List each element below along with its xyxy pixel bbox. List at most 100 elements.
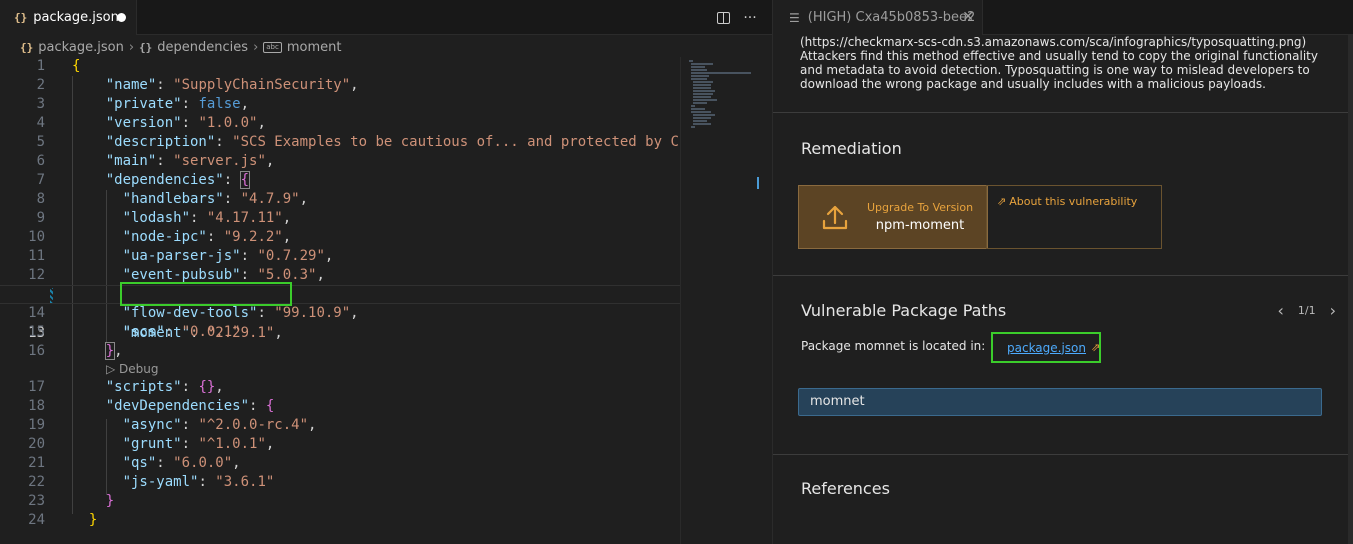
description-line: (https://checkmarx-scs-cdn.s3.amazonaws.…: [800, 35, 1307, 49]
code-line: 1{: [36, 58, 81, 74]
package-location-label: Package momnet is located in:: [801, 339, 986, 353]
minimap-line: [693, 87, 711, 89]
close-icon[interactable]: ✕: [962, 9, 974, 25]
remediation-title: Remediation: [801, 139, 902, 158]
description-line: and metadata to avoid detection. Typosqu…: [800, 63, 1310, 77]
code-line: 2 "name": "SupplyChainSecurity",: [36, 77, 359, 93]
minimap-line: [691, 69, 707, 71]
tab-package-json[interactable]: {} package.json: [0, 0, 137, 35]
code-line: 14 "flow-dev-tools": "99.10.9",: [28, 305, 359, 321]
upgrade-text: Upgrade To Version npm-moment: [867, 201, 973, 233]
tab-label: package.json: [33, 10, 119, 25]
minimap-line: [691, 108, 705, 110]
debug-codelens[interactable]: ▷ Debug: [0, 361, 680, 378]
code-line: 21 "qs": "6.0.0",: [28, 455, 241, 471]
panel-scrollbar[interactable]: [1348, 35, 1353, 544]
moment-highlight-box: [120, 282, 292, 306]
vulnerability-description: (https://checkmarx-scs-cdn.s3.amazonaws.…: [800, 35, 1330, 91]
unsaved-dot-icon[interactable]: [117, 13, 126, 22]
minimap[interactable]: [680, 57, 772, 544]
code-line: 12 "event-pubsub": "5.0.3",: [28, 267, 325, 283]
minimap-line: [691, 126, 695, 128]
list-icon: ☰: [789, 10, 800, 25]
breadcrumb-file[interactable]: package.json: [38, 40, 124, 55]
upgrade-package: npm-moment: [875, 218, 965, 233]
description-line: download the wrong package and usually i…: [800, 77, 1266, 91]
code-line: 7 "dependencies": {: [36, 171, 251, 189]
divider: [773, 112, 1348, 113]
code-line: 20 "grunt": "^1.0.1",: [28, 436, 275, 452]
package-name-field[interactable]: momnet: [798, 388, 1322, 416]
minimap-line: [691, 105, 695, 107]
chevron-right-icon[interactable]: ›: [1330, 301, 1336, 320]
breadcrumb-moment[interactable]: moment: [287, 40, 342, 55]
vulnerability-details-panel: ☰ (HIGH) Cxa45b0853-bee2 ✕ (https://chec…: [772, 0, 1353, 544]
code-line: 17 "scripts": {},: [28, 379, 224, 395]
about-vulnerability-link[interactable]: ⇗ About this vulnerability: [986, 185, 1162, 249]
minimap-line: [691, 66, 705, 68]
minimap-line: [693, 102, 707, 104]
about-label: About this vulnerability: [1009, 195, 1138, 208]
code-line: 22 "js-yaml": "3.6.1": [28, 474, 275, 490]
panel-body: (https://checkmarx-scs-cdn.s3.amazonaws.…: [773, 35, 1353, 544]
vulnerable-paths-title: Vulnerable Package Paths: [801, 301, 1007, 320]
minimap-line: [693, 120, 707, 122]
minimap-line: [693, 99, 717, 101]
code-line: 3 "private": false,: [36, 96, 250, 112]
divider: [773, 454, 1348, 455]
editor-pane: {} package.json ··· {} package.json › {}…: [0, 0, 772, 544]
more-actions-icon[interactable]: ···: [742, 10, 758, 26]
external-link-icon[interactable]: ⇗: [1091, 341, 1100, 354]
editor-actions: ···: [717, 0, 758, 35]
breadcrumb-dependencies[interactable]: dependencies: [157, 40, 248, 55]
upgrade-version-button[interactable]: Upgrade To Version npm-moment: [798, 185, 988, 249]
minimap-line: [693, 93, 713, 95]
code-line: 4 "version": "1.0.0",: [36, 115, 266, 131]
scrollbar-slider[interactable]: [757, 177, 771, 189]
code-editor[interactable]: 1{ 2 "name": "SupplyChainSecurity", 3 "p…: [0, 57, 680, 544]
minimap-line: [691, 72, 751, 74]
chevron-left-icon[interactable]: ‹: [1277, 301, 1283, 320]
divider: [773, 275, 1348, 276]
external-link-icon: ⇗: [997, 195, 1007, 208]
split-editor-icon[interactable]: [717, 11, 730, 24]
code-line: 5 "description": "SCS Examples to be cau…: [36, 134, 679, 150]
minimap-line: [689, 60, 693, 62]
tab-vulnerability-details[interactable]: ☰ (HIGH) Cxa45b0853-bee2 ✕: [773, 0, 983, 35]
minimap-line: [693, 96, 711, 98]
minimap-line: [691, 78, 707, 80]
modified-gutter-marker[interactable]: [50, 288, 53, 303]
panel-tab-bar: ☰ (HIGH) Cxa45b0853-bee2 ✕: [773, 0, 1353, 35]
code-line: 16 },: [28, 342, 123, 360]
code-line: 19 "async": "^2.0.0-rc.4",: [28, 417, 317, 433]
package-json-link[interactable]: package.json: [1007, 341, 1086, 355]
object-icon: {}: [139, 40, 153, 54]
chevron-right-icon: ›: [253, 39, 259, 55]
editor-tab-bar: {} package.json ···: [0, 0, 772, 35]
minimap-line: [693, 123, 711, 125]
code-line: 18 "devDependencies": {: [28, 398, 275, 414]
description-line: Attackers find this method effective and…: [800, 49, 1318, 63]
json-file-icon: {}: [14, 11, 28, 24]
minimap-line: [693, 117, 711, 119]
code-line: 24 }: [28, 512, 98, 528]
chevron-right-icon: ›: [128, 39, 135, 55]
minimap-line: [693, 81, 713, 83]
play-icon: ▷: [106, 362, 120, 376]
paths-pager: ‹ 1/1 ›: [1277, 301, 1336, 320]
panel-tab-label: (HIGH) Cxa45b0853-bee2: [807, 10, 976, 25]
code-line: 10 "node-ipc": "9.2.2",: [28, 229, 292, 245]
code-line: 6 "main": "server.js",: [36, 153, 275, 169]
references-title: References: [801, 479, 890, 498]
minimap-line: [693, 90, 715, 92]
json-file-icon: {}: [20, 40, 34, 54]
upgrade-label: Upgrade To Version: [867, 201, 974, 214]
minimap-line: [693, 84, 711, 86]
code-line: 23 }: [28, 493, 115, 509]
code-line: 11 "ua-parser-js": "0.7.29",: [28, 248, 334, 264]
code-line: 8 "handlebars": "4.7.9",: [36, 191, 309, 207]
code-line: 9 "lodash": "4.17.11",: [36, 210, 292, 226]
breadcrumb: {} package.json › {} dependencies › abc …: [0, 36, 680, 58]
code-line: 15 "scs": "0.0.1": [28, 324, 241, 340]
minimap-line: [691, 111, 711, 113]
